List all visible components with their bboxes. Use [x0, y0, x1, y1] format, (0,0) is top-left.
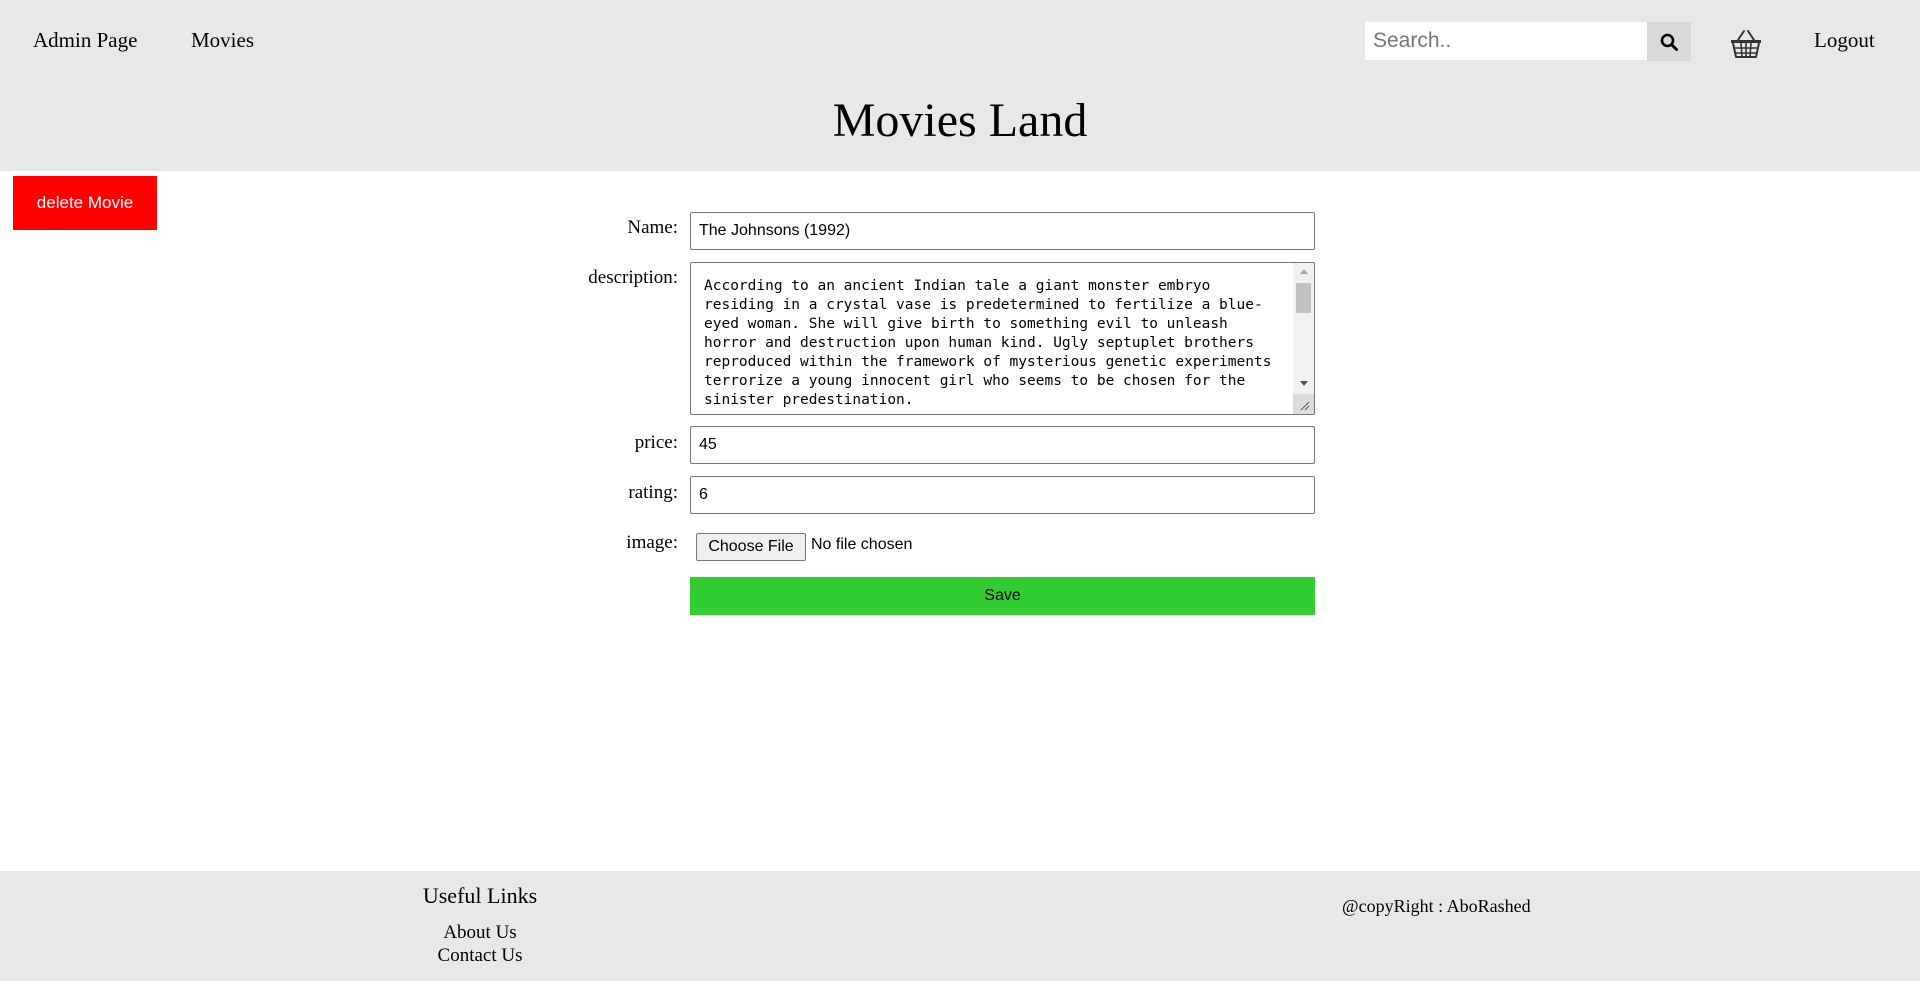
nav-movies-link[interactable]: Movies [191, 28, 254, 53]
contact-us-link[interactable]: Contact Us [380, 945, 580, 967]
image-label: image: [626, 532, 678, 553]
description-field[interactable]: According to an ancient Indian tale a gi… [691, 263, 1294, 414]
resize-handle-icon[interactable] [1293, 394, 1314, 414]
site-footer: Useful Links About Us Contact Us @copyRi… [0, 871, 1920, 981]
search-input[interactable] [1365, 22, 1647, 60]
scroll-thumb[interactable] [1296, 283, 1311, 313]
logout-link[interactable]: Logout [1814, 28, 1875, 53]
name-label: Name: [627, 217, 678, 238]
description-scrollbar[interactable] [1293, 263, 1314, 414]
copyright-text: @copyRight : AboRashed [1342, 896, 1531, 916]
about-us-link[interactable]: About Us [380, 922, 580, 944]
scroll-down-arrow-icon[interactable] [1293, 375, 1314, 392]
nav-admin-page-link[interactable]: Admin Page [33, 28, 137, 53]
site-header: Admin Page Movies Logout Movies Land [0, 0, 1920, 171]
basket-icon[interactable] [1729, 28, 1763, 60]
rating-field[interactable] [690, 476, 1315, 514]
choose-file-button[interactable]: Choose File [696, 533, 806, 561]
rating-label: rating: [628, 482, 678, 503]
search-button[interactable] [1647, 22, 1691, 61]
file-status-text: No file chosen [811, 536, 913, 553]
search-icon [1660, 33, 1678, 51]
scroll-up-arrow-icon[interactable] [1293, 263, 1314, 280]
save-button[interactable]: Save [690, 577, 1315, 615]
delete-movie-button[interactable]: delete Movie [13, 176, 157, 230]
price-label: price: [634, 432, 678, 453]
name-field[interactable] [690, 212, 1315, 250]
site-title: Movies Land [832, 94, 1088, 147]
price-field[interactable] [690, 426, 1315, 464]
description-field-wrapper: According to an ancient Indian tale a gi… [690, 262, 1315, 415]
useful-links-heading: Useful Links [422, 883, 538, 908]
description-label: description: [588, 267, 678, 288]
